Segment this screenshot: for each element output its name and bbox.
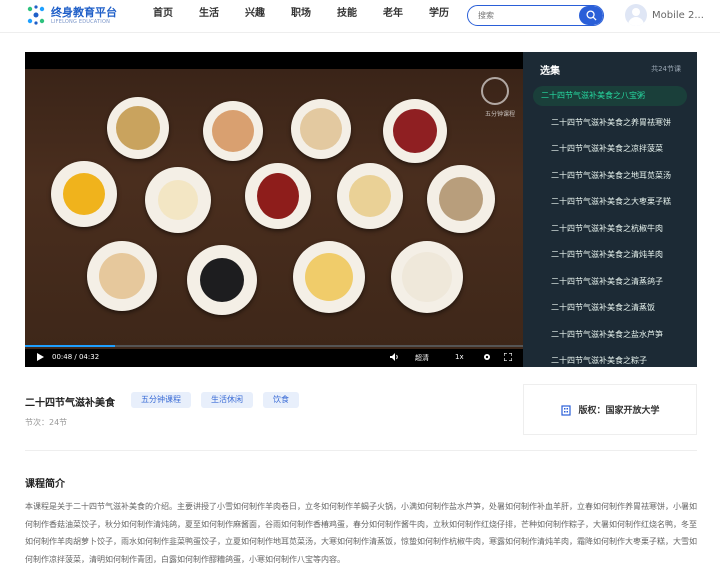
tag-list: 五分钟课程 生活休闲 饮食 bbox=[131, 392, 309, 408]
search-box bbox=[467, 5, 604, 26]
playlist-panel: 选集 共24节课 二十四节气滋补美食之八宝粥 二十四节气滋补美食之养胃祛寒饼 二… bbox=[523, 52, 697, 367]
divider bbox=[25, 450, 697, 451]
volume-icon[interactable] bbox=[390, 353, 400, 361]
logo-icon bbox=[26, 4, 46, 26]
nav-item-life[interactable]: 生活 bbox=[186, 0, 232, 28]
intro-text: 本课程是关于二十四节气滋补美食的介绍。主要讲授了小雪如何制作羊肉卷日，立冬如何制… bbox=[25, 502, 697, 564]
progress-bar[interactable] bbox=[25, 345, 523, 347]
settings-icon[interactable] bbox=[483, 353, 491, 361]
user-menu[interactable]: Mobile 2... bbox=[625, 4, 720, 26]
course-title: 二十四节气滋补美食 bbox=[25, 398, 115, 409]
playlist-item[interactable]: 二十四节气滋补美食之杭椒牛肉 bbox=[533, 219, 687, 246]
nav-item-senior[interactable]: 老年 bbox=[370, 0, 416, 28]
playlist-item[interactable]: 二十四节气滋补美食之清炖羊肉 bbox=[533, 245, 687, 272]
search-icon bbox=[585, 10, 597, 21]
playlist-item[interactable]: 二十四节气滋补美食之清蒸饭 bbox=[533, 298, 687, 325]
search-input[interactable] bbox=[468, 6, 579, 25]
logo[interactable]: 终身教育平台 LIFELONG EDUCATION bbox=[26, 4, 117, 26]
playlist-title: 选集 bbox=[540, 65, 560, 77]
tag[interactable]: 饮食 bbox=[263, 392, 299, 408]
section-count: 节次：24节 bbox=[25, 418, 68, 427]
copyright-box: 版权：国家开放大学 bbox=[523, 384, 697, 435]
playlist-item[interactable]: 二十四节气滋补美食之大枣栗子糕 bbox=[533, 192, 687, 219]
playlist-item[interactable]: 二十四节气滋补美食之八宝粥 bbox=[533, 86, 687, 106]
time-display: 00:48 / 04:32 bbox=[52, 353, 100, 361]
speed-selector[interactable]: 1x bbox=[455, 353, 464, 361]
nav-item-degree[interactable]: 学历 bbox=[416, 0, 462, 28]
building-icon bbox=[561, 404, 572, 416]
logo-subtitle: LIFELONG EDUCATION bbox=[51, 18, 111, 25]
playlist-item[interactable]: 二十四节气滋补美食之养胃祛寒饼 bbox=[533, 113, 687, 140]
main-nav: 首页 生活 兴趣 职场 技能 老年 学历 bbox=[140, 0, 462, 28]
playlist-count: 共24节课 bbox=[651, 65, 681, 73]
intro-title: 课程简介 bbox=[25, 479, 65, 490]
search-button[interactable] bbox=[579, 6, 603, 25]
tag[interactable]: 生活休闲 bbox=[201, 392, 253, 408]
playlist-item[interactable]: 二十四节气滋补美食之盐水芦笋 bbox=[533, 325, 687, 352]
logo-title: 终身教育平台 bbox=[51, 5, 117, 19]
playlist-item[interactable]: 二十四节气滋补美食之粽子 bbox=[533, 351, 687, 367]
nav-item-career[interactable]: 职场 bbox=[278, 0, 324, 28]
playlist-item[interactable]: 二十四节气滋补美食之地耳苋菜汤 bbox=[533, 166, 687, 193]
progress-fill bbox=[25, 345, 115, 347]
playlist-item[interactable]: 二十四节气滋补美食之凉拌菠菜 bbox=[533, 139, 687, 166]
username[interactable]: Mobile 2... bbox=[652, 10, 720, 21]
video-controls: 00:48 / 04:32 超清 1x bbox=[25, 345, 523, 367]
copyright-text: 版权：国家开放大学 bbox=[578, 406, 660, 416]
watermark-logo bbox=[481, 77, 509, 105]
tag[interactable]: 五分钟课程 bbox=[131, 392, 191, 408]
playlist-item[interactable]: 二十四节气滋补美食之清蒸鸽子 bbox=[533, 272, 687, 299]
nav-item-interest[interactable]: 兴趣 bbox=[232, 0, 278, 28]
watermark-text: 五分钟课程 bbox=[484, 111, 515, 118]
nav-item-skills[interactable]: 技能 bbox=[324, 0, 370, 28]
quality-selector[interactable]: 超清 bbox=[415, 353, 429, 363]
fullscreen-icon[interactable] bbox=[504, 353, 512, 361]
video-player[interactable]: 五分钟课程 00:48 / 04:32 超清 1x bbox=[25, 52, 523, 367]
nav-item-home[interactable]: 首页 bbox=[140, 0, 186, 28]
header: 终身教育平台 LIFELONG EDUCATION 首页 生活 兴趣 职场 技能… bbox=[0, 0, 720, 33]
video-frame[interactable]: 五分钟课程 bbox=[25, 69, 523, 349]
avatar[interactable] bbox=[625, 4, 647, 26]
play-icon[interactable] bbox=[37, 353, 44, 361]
